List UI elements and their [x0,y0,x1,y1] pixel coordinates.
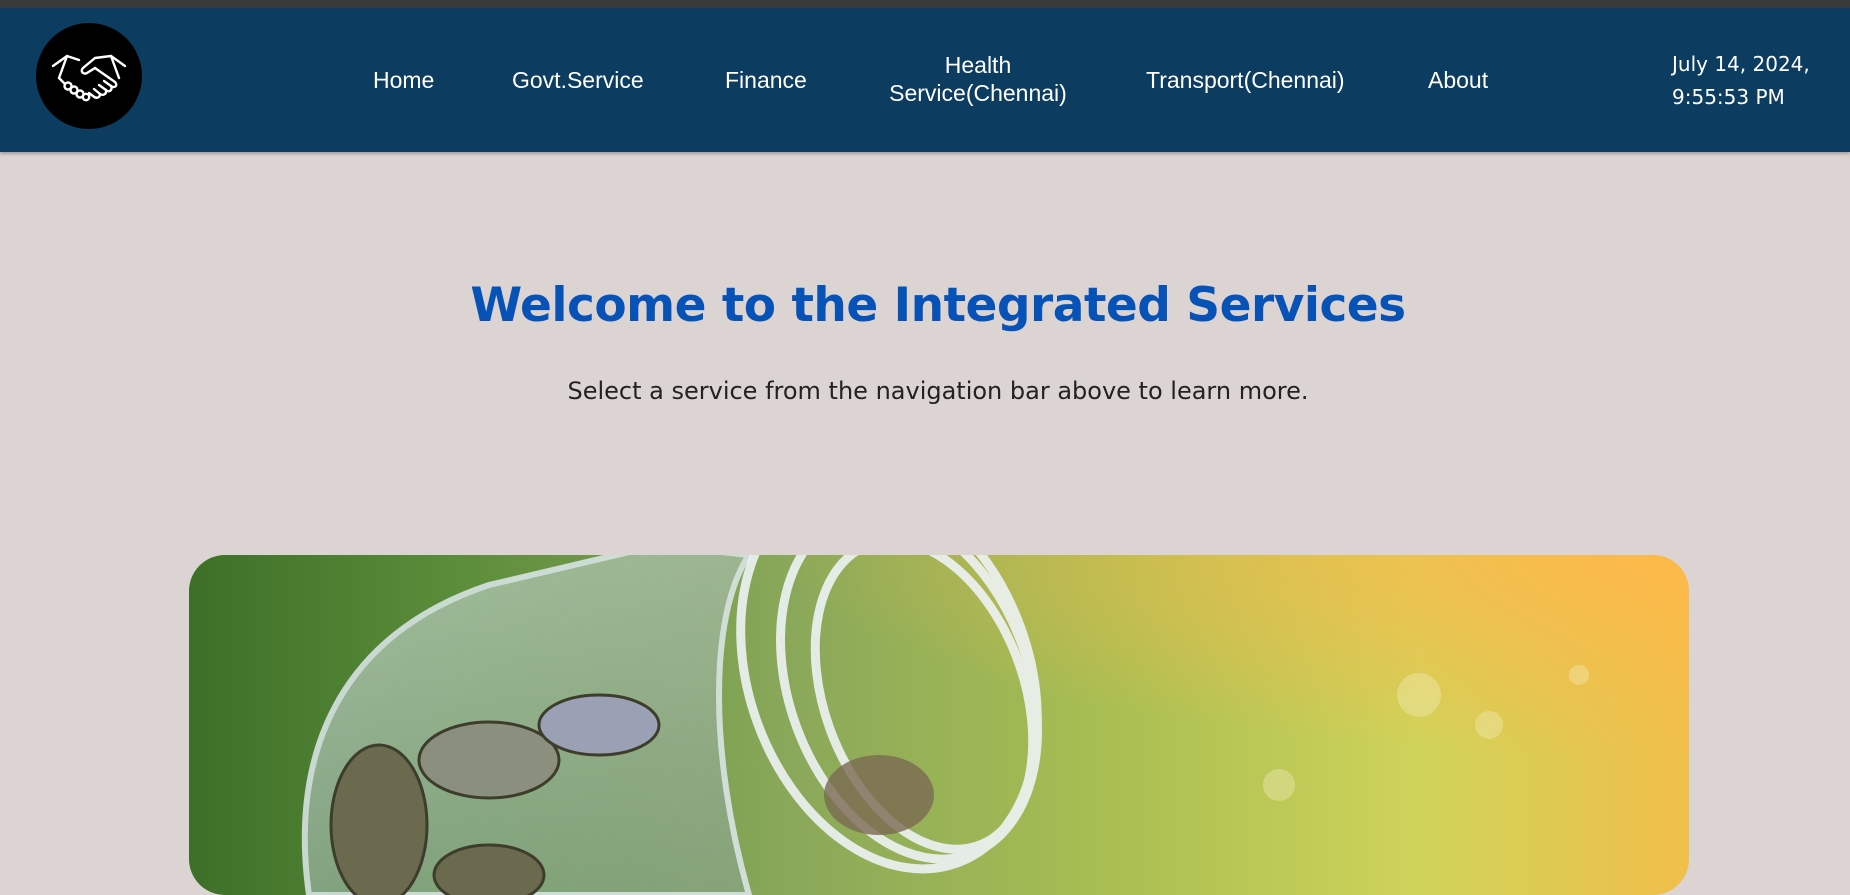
logo[interactable] [36,23,142,129]
nav-link-govt-service[interactable]: Govt.Service [512,66,644,94]
navbar: Home Govt.Service Finance Health Service… [0,8,1850,152]
nav-link-about[interactable]: About [1428,66,1488,94]
nav-link-home[interactable]: Home [373,66,434,94]
page-subtitle: Select a service from the navigation bar… [567,377,1309,405]
browser-top-strip [0,0,1850,8]
date-text: July 14, 2024, [1672,52,1810,76]
handshake-icon [49,44,129,109]
nav-link-finance[interactable]: Finance [725,66,807,94]
hero-image [189,555,1689,895]
page-title: Welcome to the Integrated Services [470,278,1406,333]
nav-link-health-service[interactable]: Health Service(Chennai) [880,51,1076,107]
nav-link-transport[interactable]: Transport(Chennai) [1146,66,1345,94]
datetime-display: July 14, 2024, 9:55:53 PM [1672,48,1832,114]
time-text: 9:55:53 PM [1672,85,1785,109]
